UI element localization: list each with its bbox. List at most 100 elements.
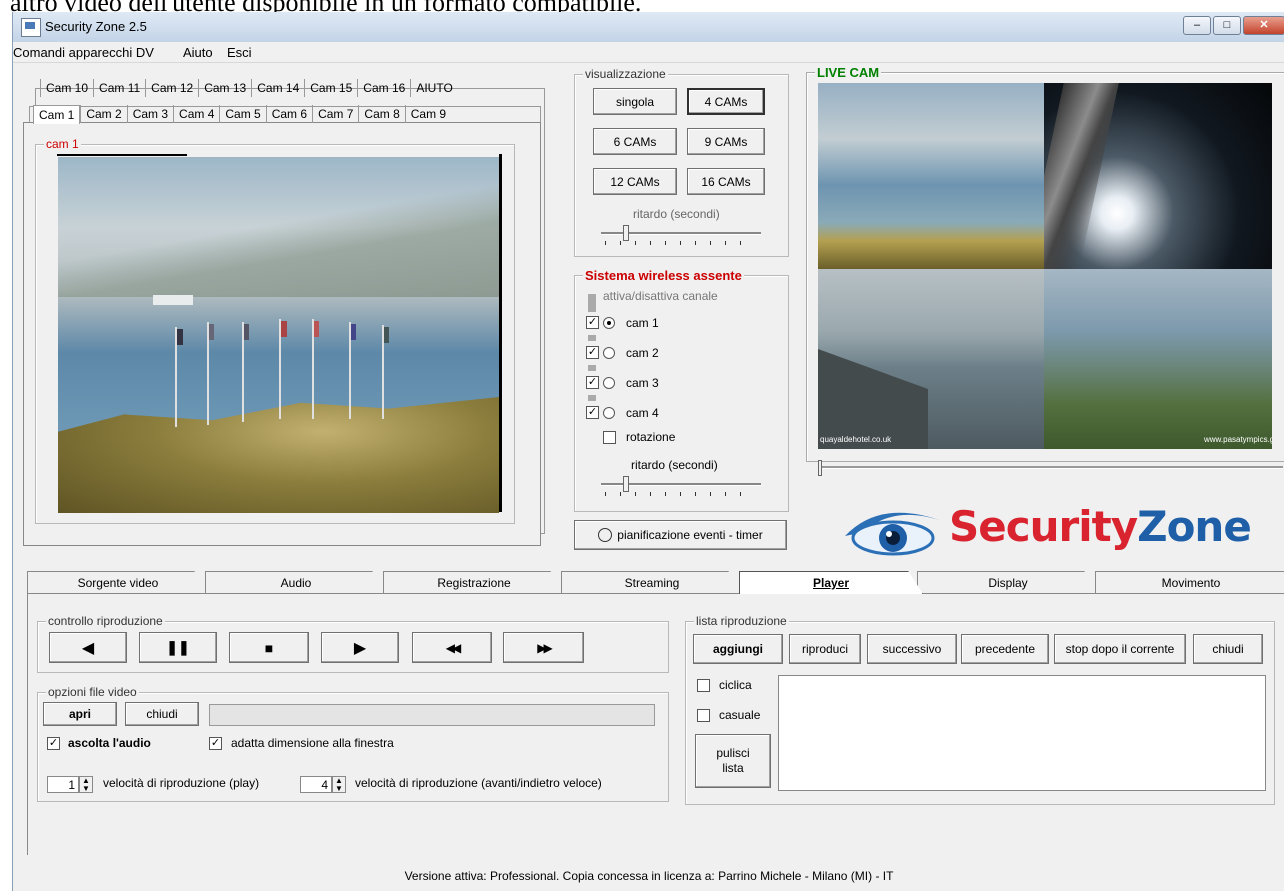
tab-cam-7[interactable]: Cam 7 [312,105,358,123]
tab-cam-1[interactable]: Cam 1 [33,105,81,124]
live-cam-progress-thumb[interactable] [818,460,822,476]
tab-cam-8[interactable]: Cam 8 [358,105,404,123]
pause-button[interactable]: ❚❚ [139,632,217,663]
playlist-next-button[interactable]: successivo [867,634,957,664]
view-12cams-button[interactable]: 12 CAMs [593,168,677,195]
ff-speed-spinner-buttons[interactable]: ▲ ▼ [332,776,346,793]
event-timer-label: pianificazione eventi - timer [617,528,763,542]
event-timer-button[interactable]: pianificazione eventi - timer [574,520,787,550]
flagpoles-graphic [175,319,389,427]
rewind-button[interactable]: ◀◀ [412,632,492,663]
tab-recording[interactable]: Registrazione [383,571,565,594]
playlist-label: lista riproduzione [694,614,789,628]
view-16cams-button[interactable]: 16 CAMs [687,168,765,195]
random-checkbox[interactable] [697,709,710,722]
app-window: Security Zone 2.5 – □ ✕ Comandi apparecc… [12,12,1284,891]
live-cam2-feed [1044,83,1272,269]
tab-streaming[interactable]: Streaming [561,571,743,594]
playlist-listbox[interactable] [778,675,1266,791]
fit-window-checkbox[interactable]: ✓ [209,737,222,750]
cam2-enable-checkbox[interactable]: ✓ [586,346,599,359]
cam2-select-radio[interactable] [603,347,615,359]
wireless-delay-slider-thumb[interactable] [623,476,629,492]
tab-cam-3[interactable]: Cam 3 [126,105,173,123]
play-speed-spinner-value[interactable]: 1 [47,776,79,793]
tab-cam-2[interactable]: Cam 2 [80,105,126,123]
clock-icon [598,528,613,542]
ff-speed-label: velocità di riproduzione (avanti/indietr… [355,776,602,790]
tab-cam-16[interactable]: Cam 16 [357,79,410,97]
visualization-label: visualizzazione [583,67,668,81]
tab-motion[interactable]: Movimento [1095,571,1284,594]
cam4-channel-label: cam 4 [626,406,659,420]
cam1-select-radio[interactable] [603,317,615,329]
cyclic-label: ciclica [719,678,752,692]
cam1-level-bar [588,306,596,312]
cam3-select-radio[interactable] [603,377,615,389]
view-single-button[interactable]: singola [593,88,677,115]
menu-dv-commands[interactable]: Comandi apparecchi DV [13,45,154,60]
cam2-level-bar [588,335,596,341]
view-delay-slider-thumb[interactable] [623,225,629,241]
live-cam4-feed: www.pasatympics.gr [1044,269,1272,449]
playlist-add-button[interactable]: aggiungi [693,634,783,664]
open-file-button[interactable]: apri [43,702,117,726]
cam4-enable-checkbox[interactable]: ✓ [586,406,599,419]
playlist-play-button[interactable]: riproduci [789,634,861,664]
wireless-delay-label: ritardo (secondi) [631,458,718,472]
app-icon [21,18,41,37]
tab-cam-4[interactable]: Cam 4 [173,105,219,123]
tab-video-source[interactable]: Sorgente video [27,571,209,594]
playlist-previous-button[interactable]: precedente [961,634,1049,664]
previous-button[interactable]: ◀ [49,632,127,663]
status-bar-text: Versione attiva: Professional. Copia con… [404,869,894,883]
view-9cams-button[interactable]: 9 CAMs [687,128,765,155]
tab-display[interactable]: Display [917,571,1099,594]
play-speed-label: velocità di riproduzione (play) [103,776,260,790]
logo-text-one: one [1166,502,1252,551]
ff-speed-spinner-value[interactable]: 4 [300,776,332,793]
live-cam-progress-slider[interactable] [818,466,1283,469]
menu-exit[interactable]: Esci [227,45,252,60]
fast-forward-button[interactable]: ▶▶ [503,632,584,663]
cam1-enable-checkbox[interactable]: ✓ [586,316,599,329]
cam4-select-radio[interactable] [603,407,615,419]
cyclic-checkbox[interactable] [697,679,710,692]
menu-help[interactable]: Aiuto [183,45,213,60]
maximize-button[interactable]: □ [1213,16,1241,35]
cam-view-divider [57,154,187,156]
play-speed-spinner-buttons[interactable]: ▲ ▼ [79,776,93,793]
playlist-stop-after-current-button[interactable]: stop dopo il corrente [1054,634,1186,664]
cam3-enable-checkbox[interactable]: ✓ [586,376,599,389]
view-6cams-button[interactable]: 6 CAMs [593,128,677,155]
minimize-button[interactable]: – [1183,16,1211,35]
tab-cam-13[interactable]: Cam 13 [198,79,251,97]
play-button[interactable]: ▶ [321,632,399,663]
channel-toggle-bar[interactable] [588,294,596,306]
clear-playlist-button[interactable]: pulisci lista [695,734,771,788]
tab-cam-11[interactable]: Cam 11 [93,79,145,97]
view-delay-ticks [605,241,755,245]
tab-aiuto[interactable]: AIUTO [410,79,457,97]
tab-cam-5[interactable]: Cam 5 [219,105,265,123]
close-button[interactable]: ✕ [1243,16,1284,35]
tab-cam-14[interactable]: Cam 14 [251,79,304,97]
tab-cam-10[interactable]: Cam 10 [40,79,93,97]
live-cam3-feed: quayaldehotel.co.uk [818,269,1044,449]
tab-audio[interactable]: Audio [205,571,387,594]
tab-cam-6[interactable]: Cam 6 [265,105,312,123]
tab-cam-9[interactable]: Cam 9 [404,105,451,123]
file-path-field[interactable] [209,704,655,726]
live-cam1-feed [818,83,1044,269]
rotation-checkbox[interactable] [603,431,616,444]
view-4cams-button[interactable]: 4 CAMs [687,88,765,115]
tab-player[interactable]: Player [739,571,923,594]
title-bar[interactable]: Security Zone 2.5 – □ ✕ [13,12,1284,42]
stop-button[interactable]: ■ [229,632,309,663]
tab-cam-12[interactable]: Cam 12 [145,79,198,97]
cam-view-divider-right [499,154,502,512]
listen-audio-checkbox[interactable]: ✓ [47,737,60,750]
close-file-button[interactable]: chiudi [125,702,199,726]
tab-cam-15[interactable]: Cam 15 [304,79,357,97]
playlist-close-button[interactable]: chiudi [1193,634,1263,664]
